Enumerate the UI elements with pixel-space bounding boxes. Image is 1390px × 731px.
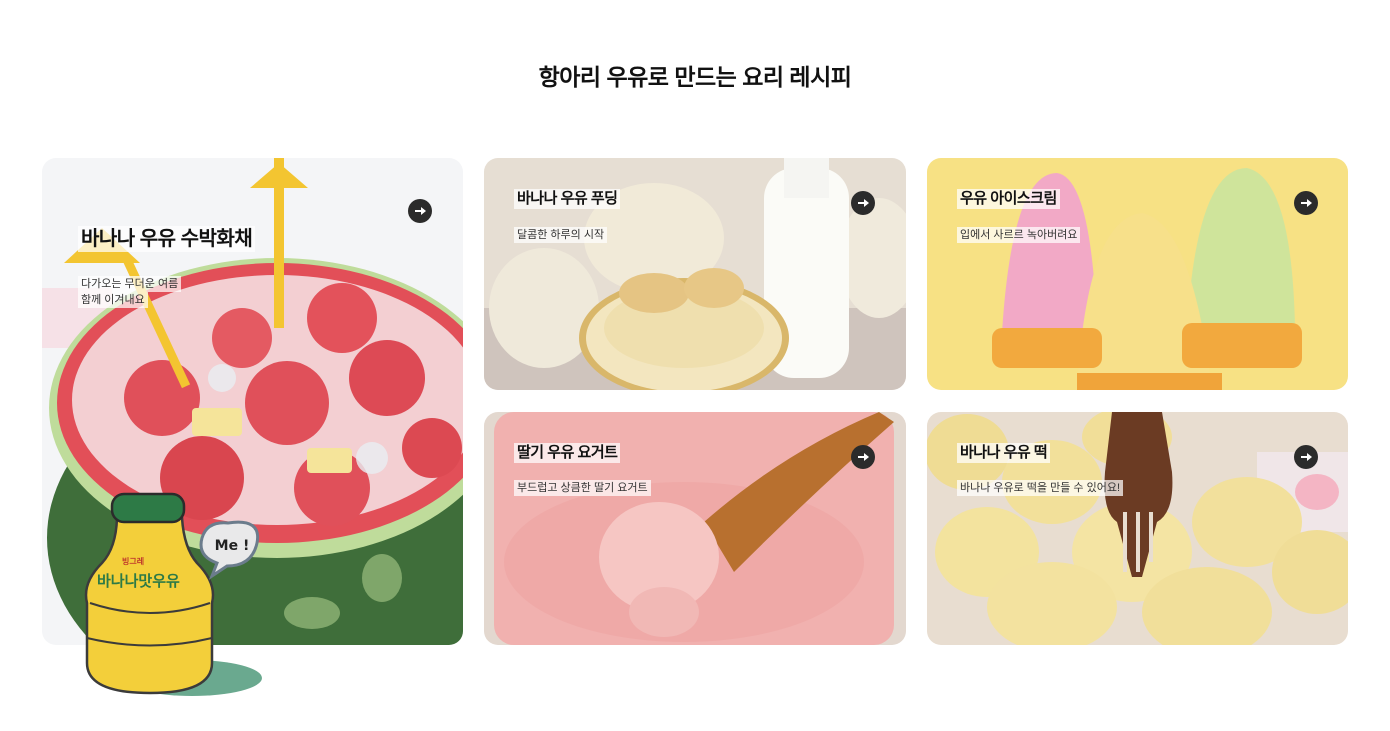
section-title: 항아리 우유로 만드는 요리 레시피: [538, 64, 852, 90]
recipe-description: 바나나 우유로 떡을 만들 수 있어요!: [957, 480, 1124, 496]
recipe-description: 부드럽고 상큼한 딸기 요거트: [514, 480, 651, 496]
recipe-title: 우유 아이스크림: [957, 189, 1060, 209]
recipe-title: 바나나 우유 푸딩: [514, 189, 621, 209]
recipe-card-strawberry-yogurt[interactable]: 딸기 우유 요거트 부드럽고 상큼한 딸기 요거트: [484, 412, 906, 645]
recipe-title: 바나나 우유 수박화채: [78, 226, 256, 252]
arrow-right-circle-icon[interactable]: [1294, 445, 1318, 469]
recipe-description: 입에서 사르르 녹아버려요: [957, 227, 1081, 243]
speech-bubble-text: Me !: [215, 538, 250, 554]
arrow-right-circle-icon[interactable]: [851, 445, 875, 469]
recipe-title: 바나나 우유 떡: [957, 443, 1051, 463]
recipe-description: 달콤한 하루의 시작: [514, 227, 608, 243]
arrow-right-circle-icon[interactable]: [851, 191, 875, 215]
recipe-description-line-1: 다가오는 무더운 여름: [78, 276, 182, 292]
arrow-right-circle-icon[interactable]: [1294, 191, 1318, 215]
arrow-right-circle-icon[interactable]: [408, 199, 432, 223]
recipe-card-banana-tteok[interactable]: 바나나 우유 떡 바나나 우유로 떡을 만들 수 있어요!: [927, 412, 1348, 645]
recipe-card-banana-pudding[interactable]: 바나나 우유 푸딩 달콤한 하루의 시작: [484, 158, 906, 390]
recipe-description-line-2: 함께 이겨내요: [78, 292, 148, 308]
bottle-brand-text: 빙그레: [122, 556, 144, 566]
bottle-label-text: 바나나맛우유: [97, 572, 180, 590]
recipe-card-milk-icecream[interactable]: 우유 아이스크림 입에서 사르르 녹아버려요: [927, 158, 1348, 390]
recipe-title: 딸기 우유 요거트: [514, 443, 621, 463]
banana-milk-bottle-mascot: 빙그레 바나나맛우유 Me !: [84, 492, 262, 696]
